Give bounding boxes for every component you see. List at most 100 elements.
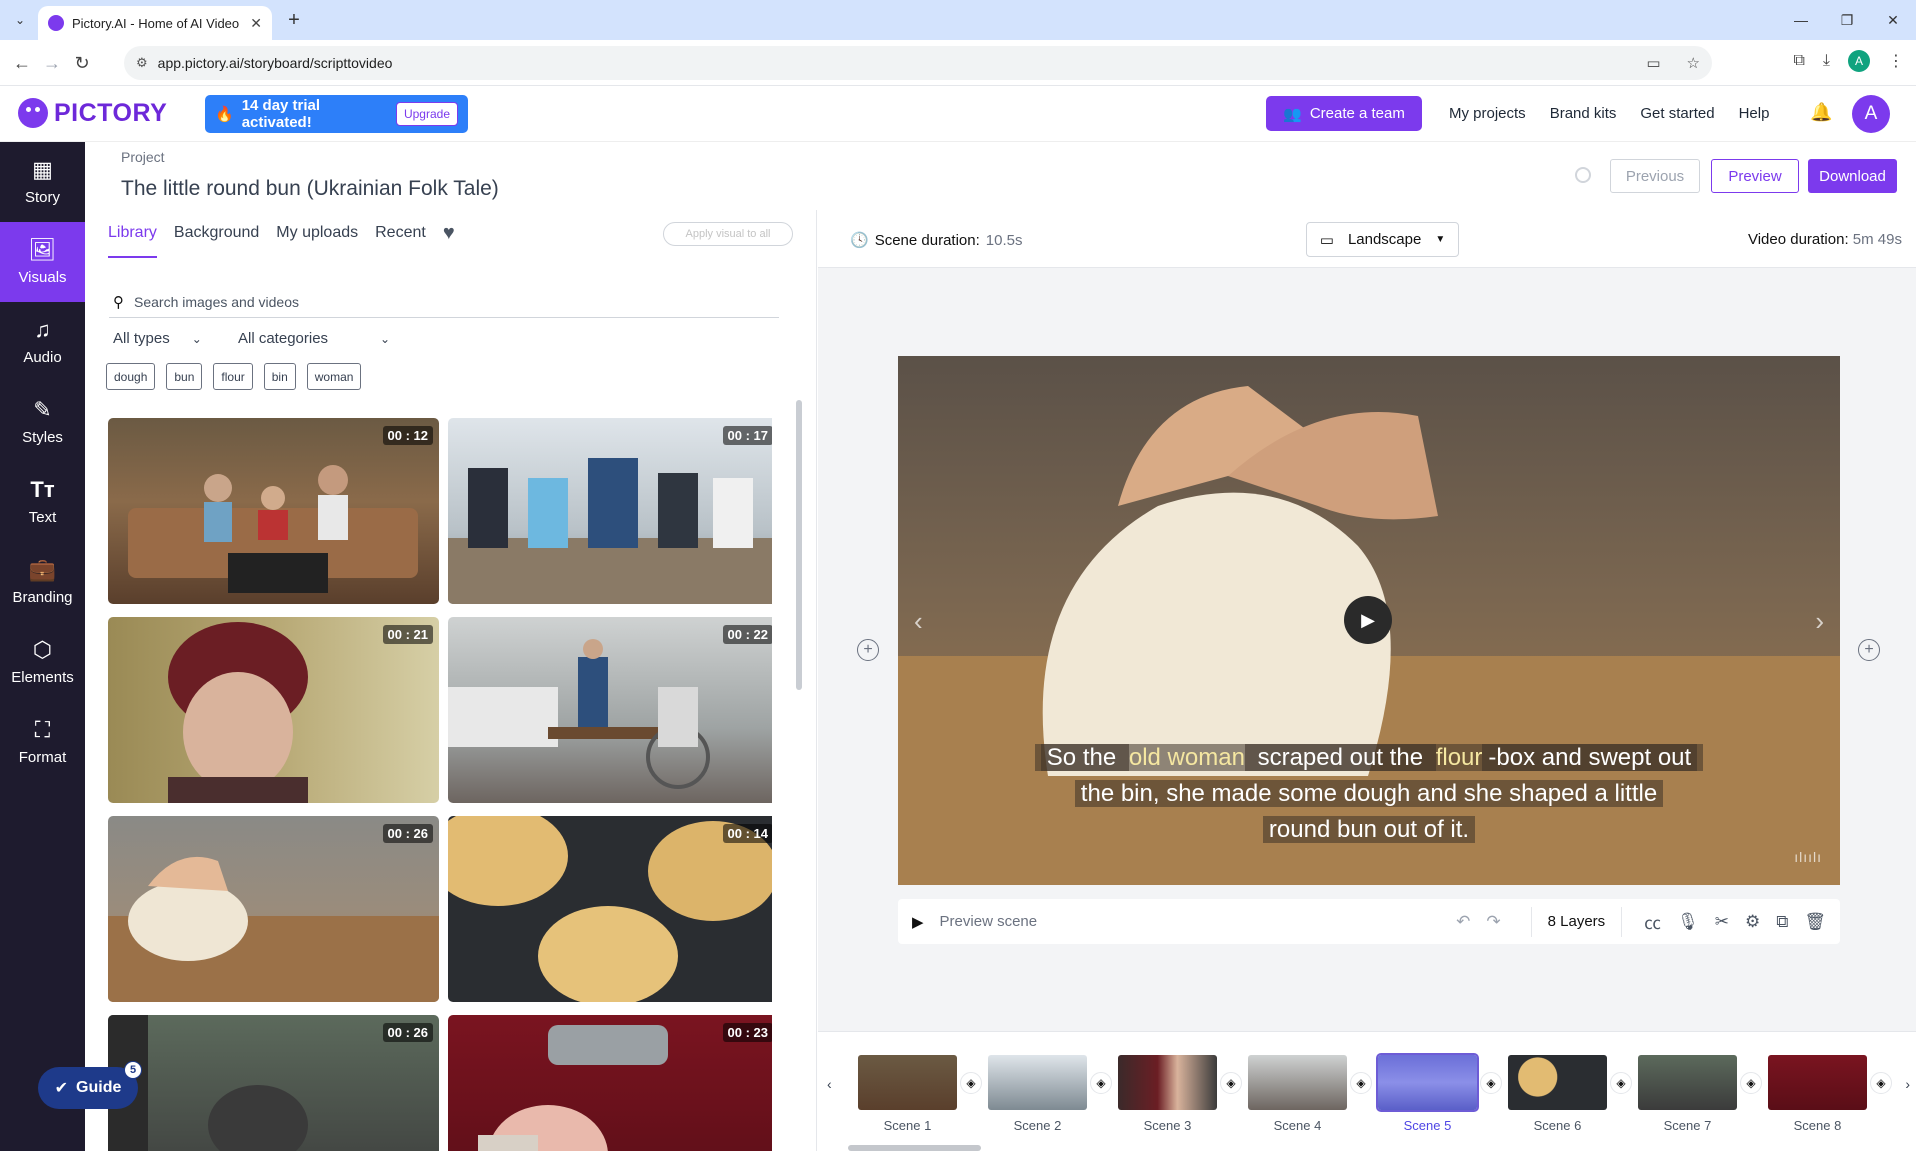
sidebar-item-story[interactable]: ▦ Story (0, 142, 85, 222)
download-button[interactable]: Download (1808, 159, 1897, 193)
search-input[interactable] (134, 293, 734, 310)
library-item-baked-buns[interactable]: 00 : 14 (448, 816, 772, 1002)
scene-item-1[interactable]: Scene 1 (858, 1055, 957, 1133)
play-icon[interactable]: ▶ (1344, 596, 1392, 644)
upgrade-button[interactable]: Upgrade (395, 102, 458, 126)
preview-scene-play-icon[interactable]: ▶ (912, 913, 924, 931)
extensions-icon[interactable]: ⧉ (1793, 52, 1804, 70)
library-item-hands-grinder[interactable]: 00 : 23 (448, 1015, 772, 1151)
library-scrollbar[interactable] (796, 400, 802, 690)
tab-search-icon[interactable]: ⌄ (8, 8, 32, 32)
library-item-family-sofa[interactable]: 00 : 12 (108, 418, 439, 604)
scene-duration[interactable]: 🕓 Scene duration: 10.5s (850, 231, 1022, 250)
project-title[interactable]: The little round bun (Ukrainian Folk Tal… (121, 177, 499, 201)
video-preview[interactable]: ‹ › ▶ So the old woman scraped out the f… (898, 356, 1840, 885)
url-bar[interactable]: ⚙ app.pictory.ai/storyboard/scripttovide… (124, 46, 1712, 80)
sidebar-item-format[interactable]: ⛶ Format (0, 702, 85, 782)
library-item-volunteers[interactable]: 00 : 17 (448, 418, 772, 604)
notification-bell-icon[interactable]: 🔔 (1810, 102, 1832, 123)
previous-button[interactable]: Previous (1610, 159, 1700, 193)
downloads-icon[interactable]: ⤓ (1823, 52, 1830, 70)
sidebar-item-audio[interactable]: ♫ Audio (0, 302, 85, 382)
scissors-icon[interactable]: ✂ (1715, 912, 1729, 932)
tab-my-uploads[interactable]: My uploads (276, 224, 358, 258)
apply-visual-to-all-button[interactable]: Apply visual to all (663, 222, 793, 246)
help-link[interactable]: Help (1739, 105, 1770, 122)
trash-icon[interactable]: 🗑 (1804, 912, 1826, 932)
type-filter-dropdown[interactable]: All types ⌄ (113, 330, 202, 347)
keyword-chip-dough[interactable]: dough (106, 363, 156, 390)
tab-library[interactable]: Library (108, 224, 157, 258)
brand-kits-link[interactable]: Brand kits (1550, 105, 1617, 122)
reload-icon[interactable]: ↻ (70, 51, 94, 75)
keyword-chip-woman[interactable]: woman (306, 363, 362, 390)
sidebar-item-styles[interactable]: ✎ Styles (0, 382, 85, 462)
minimize-icon[interactable]: — (1778, 0, 1824, 40)
scene-item-7[interactable]: Scene 7 (1638, 1055, 1737, 1133)
scene-layers-icon[interactable]: ◈ (1350, 1072, 1372, 1094)
pictory-logo[interactable]: PICTORY (18, 98, 167, 128)
microphone-icon[interactable]: 🎙 (1677, 912, 1699, 932)
tab-background[interactable]: Background (174, 224, 259, 258)
browser-tab[interactable]: Pictory.AI - Home of AI Video E ✕ (38, 6, 272, 40)
install-app-icon[interactable]: ▭ (1646, 54, 1660, 72)
tab-close-icon[interactable]: ✕ (250, 15, 262, 32)
scene-layers-icon[interactable]: ◈ (1870, 1072, 1892, 1094)
browser-profile-avatar[interactable]: A (1848, 50, 1870, 72)
redo-icon[interactable]: ↷ (1486, 912, 1500, 932)
scene-item-6[interactable]: Scene 6 (1508, 1055, 1607, 1133)
sidebar-item-elements[interactable]: ⬡ Elements (0, 622, 85, 702)
scene-layers-icon[interactable]: ◈ (1740, 1072, 1762, 1094)
create-team-button[interactable]: 👥 Create a team (1266, 96, 1422, 131)
duplicate-icon[interactable]: ⧉ (1776, 912, 1788, 932)
undo-icon[interactable]: ↶ (1456, 912, 1470, 932)
prev-visual-arrow-icon[interactable]: ‹ (914, 606, 923, 637)
forward-icon[interactable]: → (40, 51, 64, 75)
scene-layers-icon[interactable]: ◈ (1090, 1072, 1112, 1094)
restore-icon[interactable]: ❐ (1824, 0, 1870, 40)
sidebar-item-text[interactable]: Tт Text (0, 462, 85, 542)
scene-item-3[interactable]: Scene 3 (1118, 1055, 1217, 1133)
keyword-chip-flour[interactable]: flour (213, 363, 253, 390)
sidebar-item-branding[interactable]: 💼 Branding (0, 542, 85, 622)
add-scene-before-icon[interactable]: + (857, 639, 879, 661)
sidebar-item-visuals[interactable]: 🖼 Visuals (0, 222, 85, 302)
preview-scene-button[interactable]: Preview scene (940, 913, 1441, 930)
category-filter-dropdown[interactable]: All categories ⌄ (238, 330, 390, 347)
scene-layers-icon[interactable]: ◈ (1610, 1072, 1632, 1094)
scene-layers-icon[interactable]: ◈ (1480, 1072, 1502, 1094)
timeline-right-arrow-icon[interactable]: › (1905, 1076, 1910, 1092)
library-item-old-woman[interactable]: 00 : 21 (108, 617, 439, 803)
keyword-chip-bun[interactable]: bun (166, 363, 203, 390)
back-icon[interactable]: ← (10, 51, 34, 75)
orientation-dropdown[interactable]: ▭ Landscape ▼ (1306, 222, 1459, 257)
url-text[interactable]: app.pictory.ai/storyboard/scripttovideo (158, 55, 1621, 71)
favorites-heart-icon[interactable]: ♥ (443, 223, 455, 258)
guide-button[interactable]: ✔ Guide 5 (38, 1061, 142, 1109)
timeline-left-arrow-icon[interactable]: ‹ (827, 1076, 832, 1092)
site-info-icon[interactable]: ⚙ (136, 55, 148, 71)
bookmark-star-icon[interactable]: ☆ (1687, 54, 1700, 72)
tab-recent[interactable]: Recent (375, 224, 426, 258)
preview-button[interactable]: Preview (1711, 159, 1799, 193)
timeline-scrollbar[interactable] (848, 1145, 981, 1151)
library-item-kneading-dough[interactable]: 00 : 26 (108, 816, 439, 1002)
get-started-link[interactable]: Get started (1640, 105, 1714, 122)
my-projects-link[interactable]: My projects (1449, 105, 1526, 122)
scene-layers-icon[interactable]: ◈ (960, 1072, 982, 1094)
settings-gear-icon[interactable]: ⚙ (1745, 912, 1760, 932)
user-avatar[interactable]: A (1852, 95, 1890, 133)
scene-caption[interactable]: So the old woman scraped out the flour -b… (1028, 740, 1710, 848)
next-visual-arrow-icon[interactable]: › (1815, 606, 1824, 637)
window-close-icon[interactable]: ✕ (1870, 0, 1916, 40)
closed-caption-icon[interactable]: ㏄ (1644, 909, 1661, 934)
library-item-cat-window[interactable]: 00 : 26 (108, 1015, 439, 1151)
layers-button[interactable]: 8 Layers (1530, 906, 1623, 937)
scene-item-5[interactable]: Scene 5 (1376, 1053, 1479, 1133)
library-item-kitchen-wheelchair[interactable]: 00 : 22 (448, 617, 772, 803)
add-scene-after-icon[interactable]: + (1858, 639, 1880, 661)
scene-layers-icon[interactable]: ◈ (1220, 1072, 1242, 1094)
scene-item-4[interactable]: Scene 4 (1248, 1055, 1347, 1133)
keyword-chip-bin[interactable]: bin (263, 363, 296, 390)
browser-menu-icon[interactable]: ⋮ (1888, 51, 1904, 71)
